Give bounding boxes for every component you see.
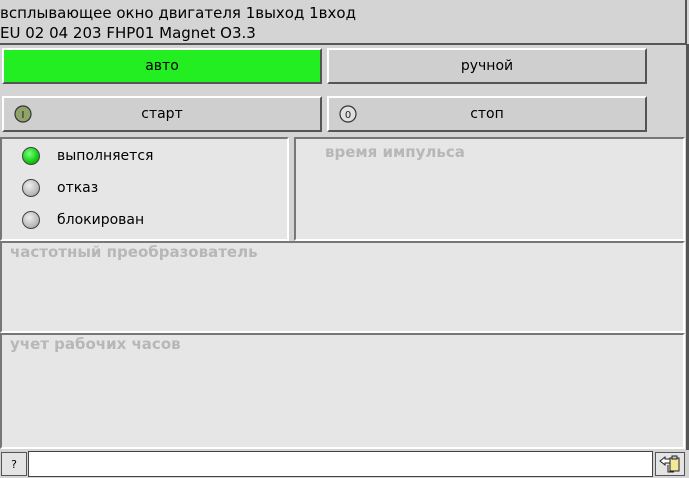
operating-hours-panel: учет рабочих часов (0, 333, 685, 449)
clipboard-back-button[interactable] (655, 452, 685, 476)
window-title: всплывающее окно двигателя 1выход 1вход (0, 4, 356, 22)
bottom-status-bar: ? (0, 450, 689, 478)
blocked-label: блокирован (57, 212, 145, 228)
blocked-indicator-icon (22, 211, 40, 229)
status-panel: выполняется отказ блокирован (0, 137, 289, 241)
manual-mode-button[interactable]: ручной (327, 48, 647, 84)
frequency-converter-title: частотный преобразователь (10, 243, 258, 261)
window-header: всплывающее окно двигателя 1выход 1вход … (0, 0, 687, 45)
device-identifier: EU 02 04 203 FHP01 Magnet O3.3 (0, 24, 256, 42)
help-label: ? (11, 457, 17, 471)
auto-mode-label: авто (145, 58, 179, 74)
power-on-glyph: I (22, 110, 25, 121)
running-indicator-icon (22, 147, 40, 165)
manual-mode-label: ручной (460, 58, 514, 74)
fault-label: отказ (57, 180, 99, 196)
fault-indicator-icon (22, 179, 40, 197)
status-fault: отказ (22, 176, 98, 200)
power-on-icon: I (14, 105, 32, 123)
start-button[interactable]: I старт (2, 96, 322, 132)
running-label: выполняется (57, 148, 154, 164)
stop-button[interactable]: 0 стоп (327, 96, 647, 132)
pulse-time-panel: время импульса (294, 137, 685, 241)
power-off-glyph: 0 (345, 110, 351, 121)
status-running: выполняется (22, 144, 153, 168)
start-label: старт (141, 106, 183, 122)
motor-popup-window: всплывающее окно двигателя 1выход 1вход … (0, 0, 689, 478)
message-field (28, 451, 653, 477)
stop-label: стоп (470, 106, 504, 122)
frequency-converter-panel: частотный преобразователь (0, 241, 685, 333)
help-button[interactable]: ? (1, 452, 27, 476)
pulse-time-title: время импульса (325, 143, 465, 161)
operating-hours-title: учет рабочих часов (10, 335, 181, 353)
auto-mode-button[interactable]: авто (2, 48, 322, 84)
power-off-icon: 0 (339, 105, 357, 123)
status-blocked: блокирован (22, 208, 144, 232)
clipboard-back-icon (659, 455, 680, 473)
